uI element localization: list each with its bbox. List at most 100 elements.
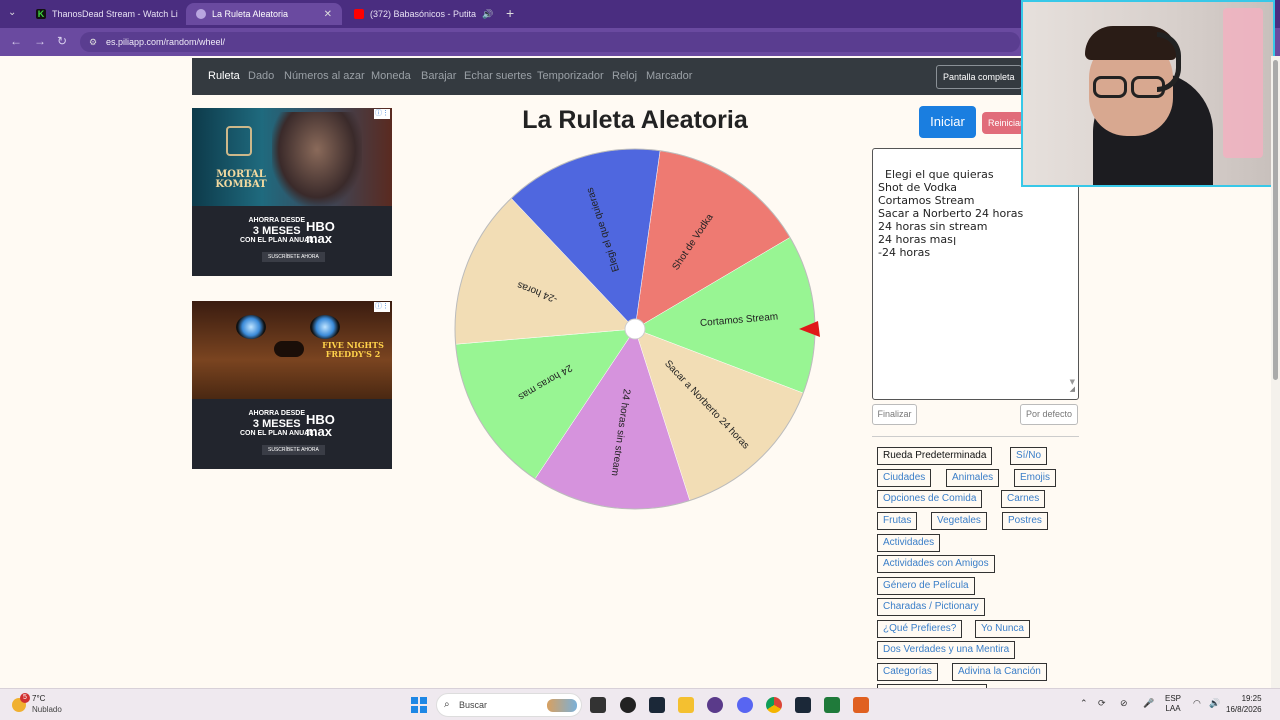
nav-echar-suertes[interactable]: Echar suertes	[464, 70, 532, 82]
speaker-icon[interactable]: 🔊	[482, 9, 493, 20]
reload-icon[interactable]: ↻	[57, 34, 67, 48]
reset-button[interactable]: Reiniciar	[982, 112, 1022, 134]
resize-handle-icon[interactable]: ◢	[1070, 383, 1075, 396]
ad-headline: MORTAL KOMBAT	[215, 169, 267, 190]
excel-icon[interactable]	[824, 697, 840, 713]
preset-actividades-amigos[interactable]: Actividades con Amigos	[877, 555, 995, 573]
discord-icon[interactable]	[737, 697, 753, 713]
brand-max: max	[306, 424, 333, 439]
promo-line-2: 3 MESES	[252, 418, 301, 430]
preset-que-prefieres[interactable]: ¿Qué Prefieres?	[877, 620, 963, 638]
entries-text: Elegi el que quieras Shot de Vodka Corta…	[878, 168, 1024, 259]
preset-genero-pelicula[interactable]: Género de Película	[877, 577, 975, 595]
start-button[interactable]: Iniciar	[919, 106, 976, 138]
ad-banner-fnaf[interactable]: FIVE NIGHTS FREDDY'S 2 AHORRA DESDE 3 ME…	[192, 301, 392, 469]
chrome-icon[interactable]	[766, 697, 782, 713]
divider	[872, 436, 1079, 437]
tray-mic-icon[interactable]: 🎤	[1143, 698, 1154, 709]
tray-network-off-icon[interactable]: ⊘	[1120, 698, 1128, 709]
ad-offer-panel: AHORRA DESDE 3 MESES CON EL PLAN ANUAL H…	[192, 399, 392, 469]
webcam-glasses-left	[1093, 76, 1127, 98]
forward-arrow-icon[interactable]: →	[34, 34, 46, 48]
nav-moneda[interactable]: Moneda	[371, 70, 411, 82]
new-tab-button[interactable]: +	[506, 5, 514, 21]
clock-date: 16/8/2026	[1226, 705, 1262, 714]
preset-yo-nunca[interactable]: Yo Nunca	[975, 620, 1030, 638]
app-icon-2[interactable]	[853, 697, 869, 713]
default-button[interactable]: Por defecto	[1020, 404, 1078, 425]
tray-sync-icon[interactable]: ⟳	[1098, 698, 1106, 709]
system-clock[interactable]: 19:25 16/8/2026	[1226, 693, 1262, 715]
app-icon[interactable]	[707, 697, 723, 713]
hbo-max-logo: HBO max	[306, 413, 335, 439]
nav-marcador[interactable]: Marcador	[646, 70, 692, 82]
ad-cta-button[interactable]: SUSCRÍBETE AHORA	[262, 445, 325, 455]
site-info-icon[interactable]: ⚙	[89, 32, 97, 52]
preset-adivina-cancion[interactable]: Adivina la Canción	[952, 663, 1047, 681]
preset-vegetales[interactable]: Vegetales	[931, 512, 987, 530]
search-icon: ⌕	[444, 699, 450, 710]
nav-temporizador[interactable]: Temporizador	[537, 70, 604, 82]
finish-button[interactable]: Finalizar	[872, 404, 917, 425]
roulette-wheel[interactable]: Shot de VodkaCortamos StreamSacar a Norb…	[452, 145, 822, 513]
nav-numeros[interactable]: Números al azar	[284, 70, 365, 82]
promo-line-2: 3 MESES	[252, 225, 301, 237]
site-navbar: Ruleta Dado Números al azar Moneda Baraj…	[192, 58, 1022, 95]
preset-categorias[interactable]: Categorías	[877, 663, 938, 681]
scrollbar-thumb[interactable]	[1273, 60, 1278, 380]
tab-title: La Ruleta Aleatoria	[212, 9, 289, 19]
preset-actividades[interactable]: Actividades	[877, 534, 941, 552]
text-cursor-icon: I	[953, 235, 957, 248]
windows-taskbar: 5 7°C Nublado ⌕ Buscar ⌃ ⟳ ⊘ 🎤 ESP LAA ◠…	[0, 688, 1280, 720]
windows-start-icon[interactable]	[411, 697, 427, 713]
wheel-center-hub	[624, 318, 646, 340]
obs-icon[interactable]	[620, 697, 636, 713]
tab-title: (372) Babasónicos - Putita	[370, 9, 477, 19]
volume-icon[interactable]: 🔊	[1209, 698, 1220, 709]
search-placeholder: Buscar	[459, 700, 488, 710]
nav-barajar[interactable]: Barajar	[421, 70, 456, 82]
piliapp-favicon-icon	[196, 9, 206, 19]
animatronic-eye-right	[310, 315, 340, 339]
browser-tab-youtube[interactable]: (372) Babasónicos - Putita 🔊 ✕	[344, 3, 500, 25]
preset-dos-verdades[interactable]: Dos Verdades y una Mentira	[877, 641, 1016, 659]
ad-choices-icon[interactable]: ⓘ⋮	[374, 302, 390, 312]
taskbar-search-box[interactable]: ⌕ Buscar	[436, 693, 582, 717]
preset-animales[interactable]: Animales	[946, 469, 1000, 487]
preset-ciudades[interactable]: Ciudades	[877, 469, 932, 487]
browser-tab-thanosdead[interactable]: K ThanosDead Stream - Watch Li ✕	[26, 3, 182, 25]
file-explorer-icon[interactable]	[678, 697, 694, 713]
tab-search-icon[interactable]: ⌄	[8, 7, 16, 18]
preset-si-no[interactable]: Sí/No	[1010, 447, 1048, 465]
page-scrollbar[interactable]	[1271, 56, 1280, 688]
nav-ruleta[interactable]: Ruleta	[208, 70, 240, 82]
fullscreen-button[interactable]: Pantalla completa	[936, 65, 1022, 89]
notification-badge: 5	[20, 693, 30, 703]
url-field[interactable]: ⚙ es.piliapp.com/random/wheel/	[80, 32, 1020, 52]
mk-dragon-logo-icon	[226, 126, 252, 156]
tray-overflow-icon[interactable]: ⌃	[1080, 698, 1088, 709]
language-indicator[interactable]: ESP LAA	[1165, 694, 1181, 714]
wifi-icon[interactable]: ◠	[1193, 698, 1201, 709]
back-arrow-icon[interactable]: ←	[10, 34, 22, 48]
steam-icon-2[interactable]	[795, 697, 811, 713]
ad-choices-icon[interactable]: ⓘ⋮	[374, 109, 390, 119]
preset-rueda-predeterminada[interactable]: Rueda Predeterminada	[877, 447, 993, 465]
tab-title: ThanosDead Stream - Watch Li	[52, 9, 178, 19]
preset-frutas[interactable]: Frutas	[877, 512, 918, 530]
browser-tab-ruleta[interactable]: La Ruleta Aleatoria ✕	[186, 3, 342, 25]
nav-dado[interactable]: Dado	[248, 70, 274, 82]
preset-charadas[interactable]: Charadas / Pictionary	[877, 598, 985, 616]
ad-banner-mortal-kombat[interactable]: MORTAL KOMBAT AHORRA DESDE 3 MESES CON E…	[192, 108, 392, 276]
ad-cta-button[interactable]: SUSCRÍBETE AHORA	[262, 252, 325, 262]
task-view-icon[interactable]	[590, 697, 606, 713]
animatronic-eye-left	[236, 315, 266, 339]
preset-emojis[interactable]: Emojis	[1014, 469, 1057, 487]
preset-carnes[interactable]: Carnes	[1001, 490, 1046, 508]
animatronic-nose	[274, 341, 304, 357]
nav-reloj[interactable]: Reloj	[612, 70, 637, 82]
preset-opciones-comida[interactable]: Opciones de Comida	[877, 490, 983, 508]
steam-icon[interactable]	[649, 697, 665, 713]
close-tab-icon[interactable]: ✕	[324, 9, 332, 20]
preset-postres[interactable]: Postres	[1002, 512, 1048, 530]
